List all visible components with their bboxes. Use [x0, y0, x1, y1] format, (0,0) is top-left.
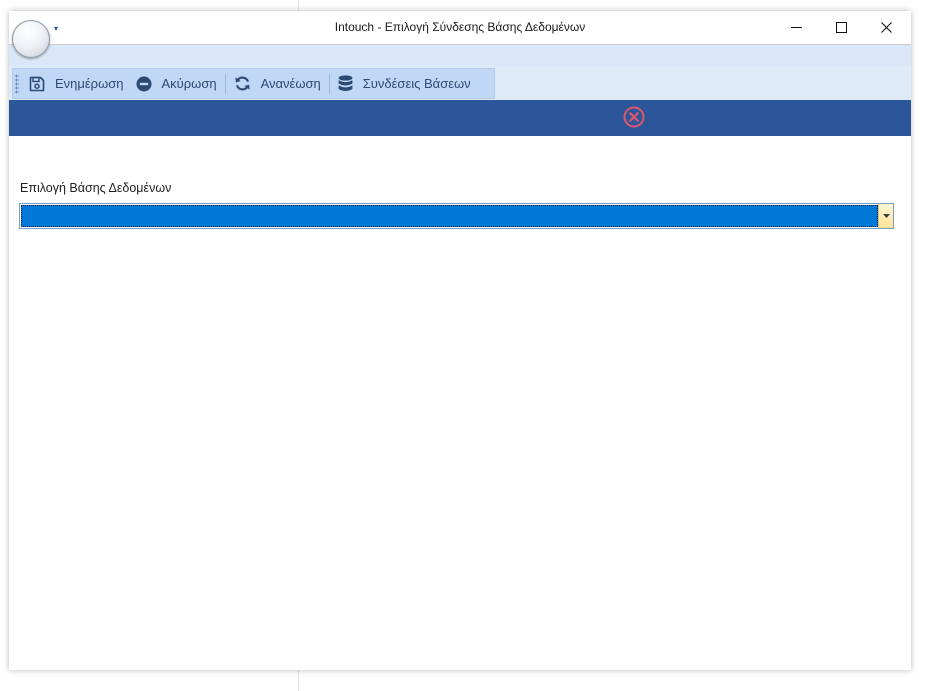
database-selection-label: Επιλογή Βάσης Δεδομένων [20, 181, 172, 195]
minimize-button[interactable] [774, 11, 819, 43]
minimize-icon [791, 26, 802, 28]
maximize-icon [836, 21, 847, 33]
update-button[interactable]: Ενημέρωση [23, 68, 130, 99]
database-icon [338, 75, 353, 92]
toolbar-separator [224, 73, 226, 94]
refresh-icon [234, 76, 250, 91]
toolbar-group: Ενημέρωση Ακύρωση Ανανέωση Συνδέσεις Βάσ… [12, 68, 495, 99]
notification-bar [9, 100, 911, 136]
refresh-button-label: Ανανέωση [260, 76, 321, 91]
database-selection-combobox[interactable] [19, 203, 894, 229]
close-button[interactable] [864, 11, 909, 43]
chevron-down-icon [882, 214, 890, 218]
update-button-label: Ενημέρωση [55, 76, 124, 91]
refresh-button[interactable]: Ανανέωση [228, 68, 327, 99]
cancel-icon [136, 76, 151, 91]
save-icon [29, 76, 45, 91]
cancel-button[interactable]: Ακύρωση [130, 68, 223, 99]
combobox-dropdown-button[interactable] [878, 204, 893, 228]
app-window: ▾ Intouch - Επιλογή Σύνδεσης Βάσης Δεδομ… [9, 11, 911, 670]
database-connections-button-label: Συνδέσεις Βάσεων [362, 76, 471, 91]
close-circle-icon[interactable] [623, 106, 645, 128]
application-menu-button[interactable] [12, 20, 50, 58]
ribbon-tab-strip [9, 45, 911, 67]
database-selection-value[interactable] [21, 205, 878, 227]
toolbar-separator [328, 73, 330, 94]
title-bar: ▾ Intouch - Επιλογή Σύνδεσης Βάσης Δεδομ… [9, 11, 911, 45]
cancel-button-label: Ακύρωση [161, 76, 217, 91]
toolbar-grip-handle[interactable] [15, 73, 19, 94]
database-connections-button[interactable]: Συνδέσεις Βάσεων [332, 68, 477, 99]
maximize-button[interactable] [819, 11, 864, 43]
toolbar: Ενημέρωση Ακύρωση Ανανέωση Συνδέσεις Βάσ… [9, 66, 911, 100]
close-icon [881, 21, 892, 33]
